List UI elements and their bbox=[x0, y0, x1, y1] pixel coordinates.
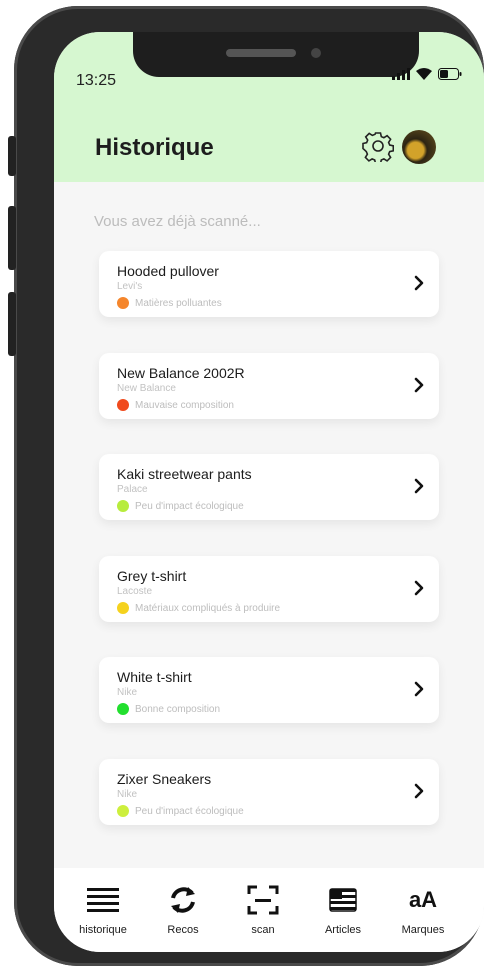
item-name: Kaki streetwear pants bbox=[117, 466, 252, 482]
status-dot bbox=[117, 703, 129, 715]
status-dot bbox=[117, 602, 129, 614]
tab-label: Recos bbox=[167, 924, 199, 936]
item-name: White t-shirt bbox=[117, 669, 192, 685]
history-subtitle: Vous avez déjà scanné... bbox=[94, 213, 261, 230]
item-status: Matières polluantes bbox=[117, 297, 222, 309]
item-brand: New Balance bbox=[117, 383, 176, 394]
status-icons bbox=[392, 68, 462, 80]
status-dot bbox=[117, 399, 129, 411]
settings-gear-icon[interactable] bbox=[362, 130, 394, 162]
item-status: Mauvaise composition bbox=[117, 399, 234, 411]
history-item[interactable]: New Balance 2002R New Balance Mauvaise com… bbox=[99, 353, 439, 419]
chevron-right-icon bbox=[414, 275, 424, 291]
chevron-right-icon bbox=[414, 478, 424, 494]
history-item[interactable]: Kaki streetwear pants Palace Peu d'impact … bbox=[99, 454, 439, 520]
tab-label: historique bbox=[79, 924, 127, 936]
tab-marques[interactable]: aA Marques bbox=[388, 882, 458, 936]
status-dot bbox=[117, 297, 129, 309]
status-text: Matériaux compliqués à produire bbox=[135, 602, 281, 614]
status-text: Bonne composition bbox=[135, 703, 221, 715]
chevron-right-icon bbox=[414, 377, 424, 393]
tab-scan[interactable]: scan bbox=[228, 882, 298, 936]
notch bbox=[133, 32, 419, 77]
item-status: Matériaux compliqués à produire bbox=[117, 602, 280, 614]
item-name: Zixer Sneakers bbox=[117, 771, 212, 787]
refresh-icon bbox=[171, 887, 195, 913]
user-avatar[interactable] bbox=[402, 130, 436, 164]
flag-icon bbox=[329, 888, 357, 912]
status-text: Mauvaise composition bbox=[135, 399, 234, 411]
tab-historique[interactable]: historique bbox=[68, 882, 138, 936]
phone-frame: 13:25 Historique Vous avez déjà scanné..… bbox=[8, 6, 484, 966]
chevron-right-icon bbox=[414, 783, 424, 799]
history-item[interactable]: Hooded pullover Levi's Matières polluantes bbox=[99, 251, 439, 317]
history-item[interactable]: Grey t-shirt Lacoste Matériaux compliqués … bbox=[99, 556, 439, 622]
status-dot bbox=[117, 500, 129, 512]
front-camera bbox=[311, 48, 321, 58]
status-dot bbox=[117, 805, 129, 817]
mute-switch bbox=[8, 136, 16, 176]
status-text: Matières polluantes bbox=[135, 297, 222, 309]
status-text: Peu d'impact écologique bbox=[135, 500, 244, 512]
scan-icon bbox=[247, 885, 279, 915]
speaker-grille bbox=[226, 49, 296, 57]
page-title: Historique bbox=[95, 134, 214, 161]
chevron-right-icon bbox=[414, 580, 424, 596]
wifi-icon bbox=[416, 68, 432, 80]
tab-label: Articles bbox=[324, 924, 362, 936]
volume-down-button bbox=[8, 292, 16, 356]
item-status: Peu d'impact écologique bbox=[117, 805, 244, 817]
item-status: Bonne composition bbox=[117, 703, 220, 715]
status-time: 13:25 bbox=[76, 72, 117, 89]
tab-label: scan bbox=[251, 924, 275, 936]
tab-articles[interactable]: Articles bbox=[308, 882, 378, 936]
tab-recos[interactable]: Recos bbox=[148, 882, 218, 936]
item-name: Hooded pullover bbox=[117, 263, 219, 279]
chevron-right-icon bbox=[414, 681, 424, 697]
item-brand: Lacoste bbox=[117, 586, 153, 597]
list-icon bbox=[87, 888, 119, 912]
item-name: Grey t-shirt bbox=[117, 568, 187, 584]
battery-icon bbox=[438, 68, 462, 80]
signal-icon bbox=[392, 68, 410, 80]
history-item[interactable]: Zixer Sneakers Nike Peu d'impact écologiqu… bbox=[99, 759, 439, 825]
item-brand: Nike bbox=[117, 687, 138, 698]
app-screen: 13:25 Historique Vous avez déjà scanné..… bbox=[54, 32, 484, 952]
text-aa-icon: aA bbox=[408, 887, 438, 912]
tab-label: Marques bbox=[401, 924, 445, 936]
volume-up-button bbox=[8, 206, 16, 270]
status-text: Peu d'impact écologique bbox=[135, 805, 244, 817]
item-brand: Levi's bbox=[117, 281, 143, 292]
history-item[interactable]: White t-shirt Nike Bonne composition bbox=[99, 657, 439, 723]
item-brand: Nike bbox=[117, 789, 138, 800]
item-brand: Palace bbox=[117, 484, 148, 495]
bottom-tab-bar: historique Recos scan Articles aA Marque… bbox=[54, 868, 484, 952]
item-name: New Balance 2002R bbox=[117, 365, 245, 381]
item-status: Peu d'impact écologique bbox=[117, 500, 244, 512]
